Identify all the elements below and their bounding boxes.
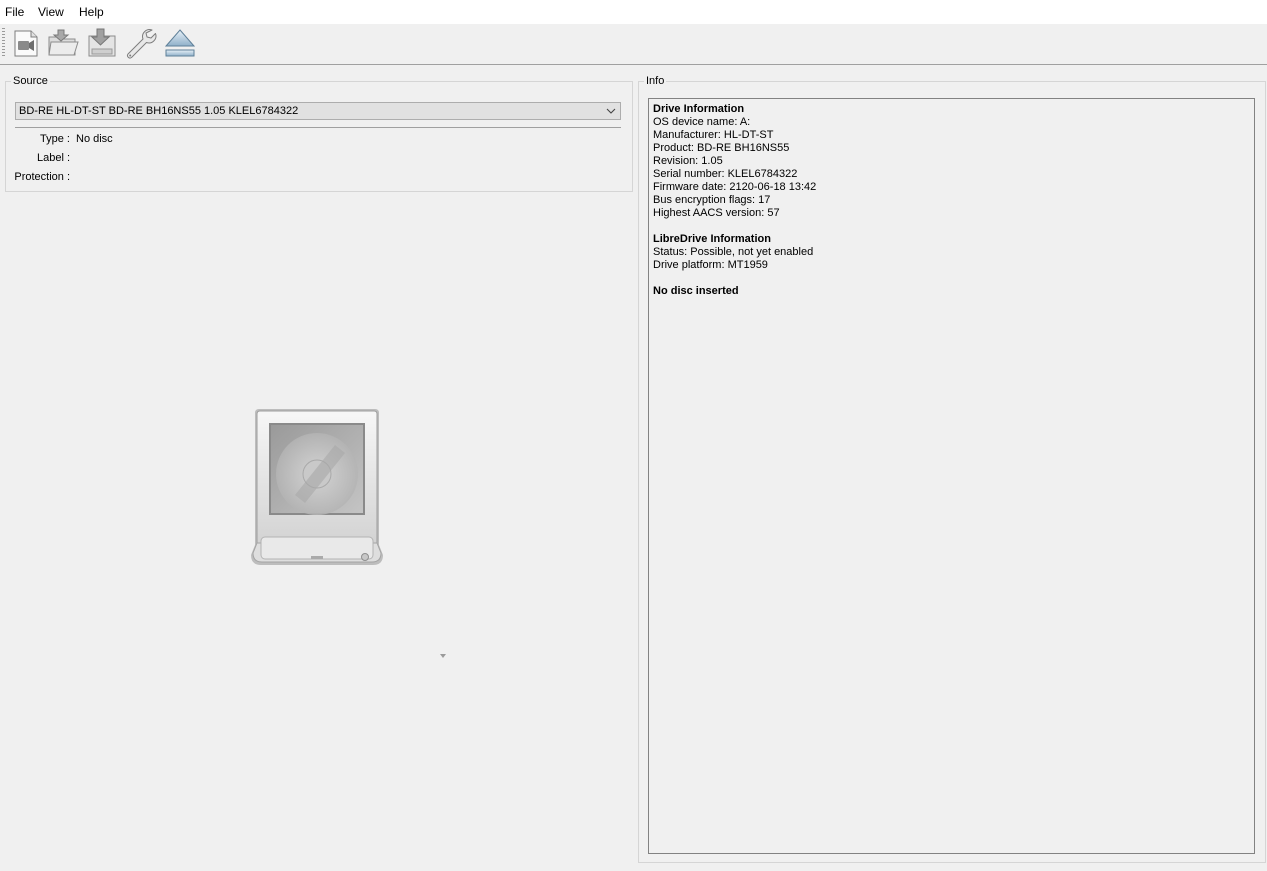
label-label: Label : [36,152,70,164]
menu-help[interactable]: Help [79,5,104,19]
protection-label: Protection : [14,171,70,183]
info-title: Info [644,74,667,88]
type-label: Type : [40,133,70,145]
save-icon [88,28,116,57]
source-title: Source [11,74,50,88]
info-line: Manufacturer: HL-DT-ST [653,129,774,141]
small-arrow-down-icon [440,654,446,658]
drive-image [249,405,387,570]
open-folder-icon [48,29,79,56]
open-files-icon [14,30,38,57]
open-folder-button[interactable] [47,27,79,59]
source-group: Source BD-RE HL-DT-ST BD-RE BH16NS55 1.0… [5,74,633,192]
disc-status: No disc inserted [653,285,739,297]
info-text-area[interactable]: Drive Information OS device name: A: Man… [648,98,1255,854]
info-line: OS device name: A: [653,116,751,128]
info-group: Info Drive Information OS device name: A… [638,74,1266,863]
toolbar [0,24,1267,65]
info-line: Status: Possible, not yet enabled [653,246,814,258]
open-files-button[interactable] [10,27,42,59]
optical-drive-icon [251,409,383,565]
drive-info-heading: Drive Information [653,103,745,115]
info-line: Product: BD-RE BH16NS55 [653,142,790,154]
menu-bar: File View Help [0,0,1267,24]
source-separator [15,127,621,128]
eject-button[interactable] [164,27,196,59]
menu-view[interactable]: View [38,5,64,19]
menu-file[interactable]: File [5,5,24,19]
eject-icon [164,29,196,57]
chevron-down-icon [606,108,616,114]
info-line: Drive platform: MT1959 [653,259,768,271]
info-line: Highest AACS version: 57 [653,207,780,219]
info-line: Firmware date: 2120-06-18 13:42 [653,181,817,193]
libredrive-info-heading: LibreDrive Information [653,233,771,245]
save-button[interactable] [86,27,118,59]
drive-select[interactable]: BD-RE HL-DT-ST BD-RE BH16NS55 1.05 KLEL6… [15,102,621,120]
info-line: Bus encryption flags: 17 [653,194,771,206]
toolbar-grip[interactable] [2,28,5,58]
type-value: No disc [76,133,113,145]
preferences-wrench-icon [127,29,157,59]
preferences-button[interactable] [125,27,157,59]
info-line: Serial number: KLEL6784322 [653,168,798,180]
info-line: Revision: 1.05 [653,155,723,167]
drive-select-value: BD-RE HL-DT-ST BD-RE BH16NS55 1.05 KLEL6… [19,105,299,117]
